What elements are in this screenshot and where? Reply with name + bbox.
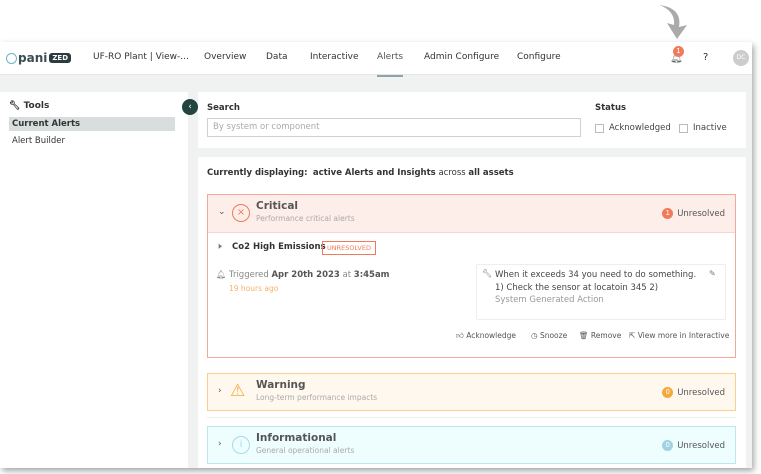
informational-group: › i Informational General operational al… [207,426,736,464]
snooze-button[interactable]: ◷ Snooze [531,331,567,340]
informational-header[interactable]: › i Informational General operational al… [208,427,735,465]
clock-icon: ◷ [531,331,538,340]
status-badge: UNRESOLVED [322,241,376,255]
search-label: Search [207,103,240,113]
inactive-label: Inactive [693,123,727,133]
warning-group: › ⚠︎ Warning Long-term performance impac… [207,373,736,411]
nav-data[interactable]: Data [266,52,288,62]
sidebar: 🔧︎ Tools Current Alerts Alert Builder [0,92,188,468]
triggered-text: Triggered Apr 20th 2023 at 3:45am [229,270,390,280]
nav-interactive[interactable]: Interactive [310,52,358,62]
action-box: 🔧︎ When it exceeds 34 you need to do som… [476,264,726,320]
status-label: Status [595,103,627,113]
display-summary: Currently displaying: active Alerts and … [207,168,514,178]
sidebar-item-alert-builder[interactable]: Alert Builder [9,134,175,148]
unresolved-count: 1 Unresolved [662,208,725,219]
chevron-right-icon[interactable]: › [218,386,222,396]
nav-overview[interactable]: Overview [204,52,246,62]
wrench-icon: 🔧︎ [9,101,24,111]
notification-badge: 1 [673,46,684,57]
group-name: Critical [256,200,299,212]
filter-panel: Search By system or component Status Ack… [198,92,746,148]
pointer-arrow-icon [659,5,687,39]
group-name: Informational [256,432,337,444]
nav-admin-configure[interactable]: Admin Configure [424,52,499,62]
search-input[interactable]: By system or component [207,118,581,137]
help-button[interactable]: ? [703,52,708,63]
unresolved-count: 0 Unresolved [662,440,725,451]
brand-suffix: ZED [49,53,72,63]
action-source: System Generated Action [495,295,604,305]
inactive-checkbox[interactable]: Inactive [679,123,727,133]
logo-icon [6,52,17,64]
logo[interactable]: pani ZED [6,51,72,65]
divider [207,417,736,418]
wrench-icon: 🔧︎ [482,269,493,278]
tools-title: Tools [23,101,50,111]
group-subtitle: Long-term performance impacts [256,393,378,402]
edit-pencil-icon[interactable]: ✎ [709,269,716,278]
speaker-icon: 🕨︎ [216,242,222,252]
app-window: pani ZED UF-RO Plant | View-... Overview … [0,42,752,468]
x-circle-icon: × [232,204,250,222]
top-nav: pani ZED UF-RO Plant | View-... Overview … [0,42,752,77]
group-subtitle: Performance critical alerts [256,214,355,223]
time-ago: 19 hours ago [229,284,279,293]
chevron-down-icon[interactable]: ⌄ [218,207,226,217]
tools-heading: 🔧︎ Tools [9,101,49,111]
remove-button[interactable]: 🗑︎ Remove [579,331,621,340]
acknowledged-checkbox[interactable]: Acknowledged [595,123,671,133]
project-name[interactable]: UF-RO Plant | View-... [93,52,189,62]
group-name: Warning [256,379,306,391]
unresolved-count: 0 Unresolved [662,387,725,398]
nav-configure[interactable]: Configure [517,52,561,62]
thumbs-up-icon: 👍︎ [456,331,464,340]
alert-title: Co2 High Emissions [232,242,326,252]
group-subtitle: General operational alerts [256,446,355,455]
sidebar-item-current-alerts[interactable]: Current Alerts [9,117,175,131]
alerts-panel: Currently displaying: active Alerts and … [198,157,746,468]
trash-icon: 🗑︎ [579,331,589,340]
chevron-right-icon[interactable]: › [218,439,222,449]
warning-header[interactable]: › ⚠︎ Warning Long-term performance impac… [208,374,735,412]
critical-header[interactable]: ⌄ × Critical Performance critical alerts… [208,195,735,233]
info-icon: i [232,436,250,454]
acknowledged-label: Acknowledged [609,123,671,133]
collapse-sidebar-button[interactable]: ‹ [182,99,198,115]
bell-icon: 🔔︎ [216,270,227,279]
warning-triangle-icon: ⚠︎ [230,381,246,401]
action-text: When it exceeds 34 you need to do someth… [495,270,697,293]
nav-alerts[interactable]: Alerts [377,52,404,77]
avatar[interactable]: DC [733,50,749,66]
acknowledge-button[interactable]: 👍︎ Acknowledge [456,331,516,341]
cursor-icon: ⇱ [629,331,636,340]
critical-group: ⌄ × Critical Performance critical alerts… [207,194,736,358]
view-more-interactive-link[interactable]: ⇱ View more in Interactive [629,331,729,340]
brand: pani [18,51,48,65]
